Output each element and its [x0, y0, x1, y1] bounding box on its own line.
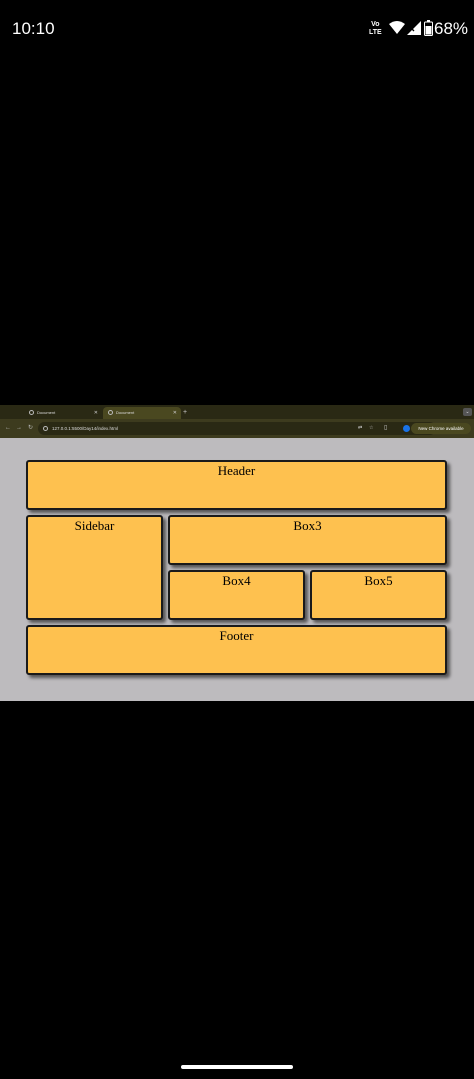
new-tab-button[interactable]: + [183, 407, 187, 419]
site-info-icon[interactable] [43, 426, 48, 431]
tab-document-1[interactable]: Document ✕ [24, 407, 102, 419]
status-bar: 10:10 Vo LTE 68% [0, 0, 474, 60]
update-chrome-button[interactable]: New Chrome available [411, 423, 471, 434]
translate-icon[interactable]: ⇄ [358, 422, 362, 435]
navigation-gesture-bar[interactable] [181, 1065, 293, 1069]
signal-icon [407, 21, 421, 35]
globe-icon [29, 410, 34, 416]
box3: Box3 [168, 515, 447, 565]
forward-icon[interactable]: → [16, 419, 22, 438]
reload-icon[interactable]: ↻ [28, 419, 33, 438]
tab-search-icon[interactable]: ⌄ [463, 408, 472, 416]
url-text[interactable]: 127.0.0.1:5500/Day14/index.html [52, 422, 118, 435]
tab-strip: Document ✕ Document ✕ + ⌄ [0, 405, 474, 419]
bookmark-star-icon[interactable]: ☆ [369, 422, 373, 435]
battery-percent: 68% [434, 19, 469, 38]
extensions-icon[interactable]: ▯ [384, 419, 387, 438]
box4: Box4 [168, 570, 305, 620]
browser-window: Document ✕ Document ✕ + ⌄ ← → ↻ 127.0.0.… [0, 405, 474, 701]
globe-icon [108, 410, 113, 416]
wifi-icon [389, 21, 405, 34]
back-icon[interactable]: ← [5, 419, 11, 438]
close-icon[interactable]: ✕ [173, 407, 177, 419]
close-icon[interactable]: ✕ [94, 407, 98, 419]
clock: 10:10 [12, 19, 55, 38]
tab-document-2[interactable]: Document ✕ [103, 407, 181, 419]
omnibox[interactable]: 127.0.0.1:5500/Day14/index.html ⇄ ☆ [38, 422, 436, 435]
footer-box: Footer [26, 625, 447, 675]
sidebar-box: Sidebar [26, 515, 163, 620]
page-viewport: Header Sidebar Box3 Box4 Box5 Footer [0, 438, 474, 701]
volte-indicator: Vo LTE [369, 21, 382, 36]
box5: Box5 [310, 570, 447, 620]
address-bar: ← → ↻ 127.0.0.1:5500/Day14/index.html ⇄ … [0, 419, 474, 438]
header-box: Header [26, 460, 447, 510]
profile-avatar[interactable] [403, 425, 410, 432]
battery-icon [424, 20, 433, 36]
